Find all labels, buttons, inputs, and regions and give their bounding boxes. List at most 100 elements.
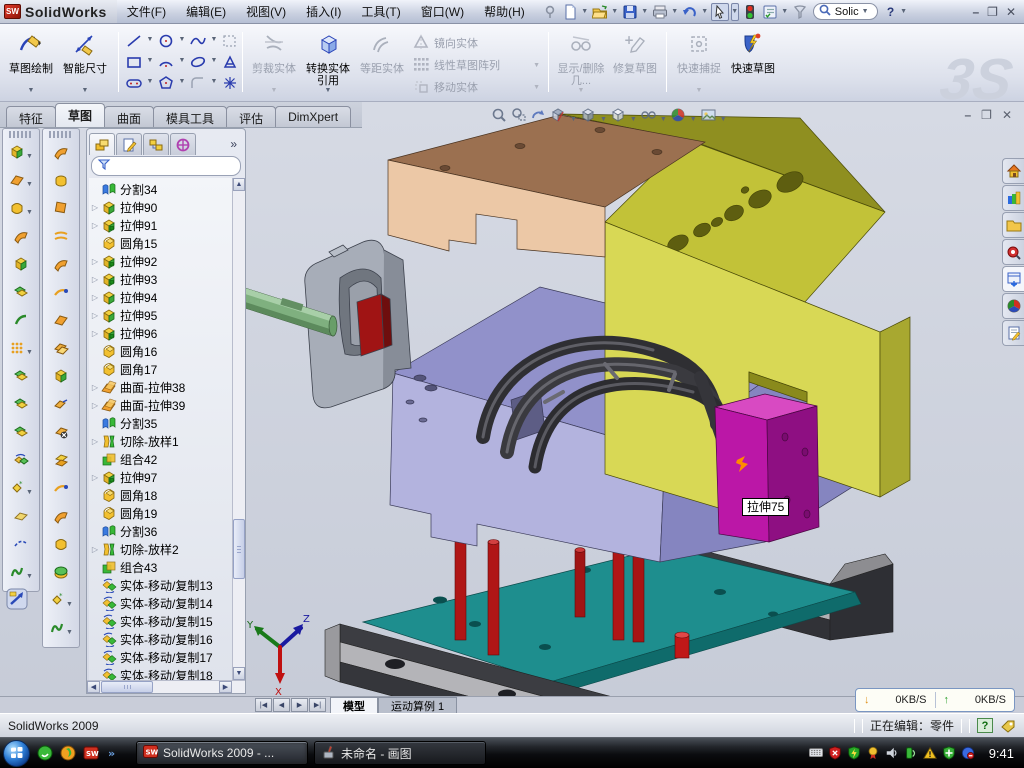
zoom-area-icon[interactable]	[510, 106, 527, 128]
tree-item[interactable]: 组合43	[89, 558, 232, 576]
filled-surface-icon[interactable]	[53, 256, 69, 277]
help-chevron-icon[interactable]: ▼	[900, 3, 908, 21]
wrap-icon[interactable]	[13, 312, 29, 333]
tree-item-label[interactable]: 拉伸94	[120, 289, 157, 306]
extend-surface-icon[interactable]	[53, 396, 69, 417]
ruled-surface-icon[interactable]	[53, 368, 69, 389]
smart-dimension-button[interactable]: 智能尺寸 ▼	[58, 28, 112, 96]
mirror-entities-button[interactable]: 镜向实体	[412, 32, 540, 54]
hide-show-items-icon[interactable]	[640, 106, 657, 128]
curves2-icon[interactable]	[49, 620, 65, 641]
chevron-down-icon[interactable]: ▼	[720, 108, 727, 126]
tree-item-label[interactable]: 实体-移动/复制18	[120, 667, 213, 681]
reference-point-icon[interactable]: *	[9, 480, 25, 501]
tree-item-label[interactable]: 切除-放样2	[120, 541, 179, 558]
arc-icon[interactable]	[154, 51, 178, 72]
chevron-down-icon[interactable]: ▼	[26, 565, 33, 583]
delete-face-icon[interactable]	[53, 424, 69, 445]
sketch-fillet-icon[interactable]	[186, 72, 210, 93]
tree-item[interactable]: 圆角18	[89, 486, 232, 504]
tab-特征[interactable]: 特征	[6, 106, 56, 127]
draft-icon[interactable]	[13, 284, 29, 305]
scroll-up-icon[interactable]: ▲	[233, 178, 245, 191]
tree-item[interactable]: 圆角15	[89, 234, 232, 252]
menu-1[interactable]: 编辑(E)	[176, 0, 236, 23]
repair-sketch-button[interactable]: + 修复草图	[608, 28, 662, 96]
tree-item-label[interactable]: 拉伸91	[120, 217, 157, 234]
extruded-surface-icon[interactable]	[53, 200, 69, 221]
tree-item[interactable]: ▷拉伸91	[89, 216, 232, 234]
chevron-down-icon[interactable]: ▼	[178, 30, 186, 48]
knit-surface-icon[interactable]	[53, 536, 69, 557]
view-palette-icon[interactable]	[1002, 266, 1024, 292]
solidworks-resources-icon[interactable]	[1002, 158, 1024, 184]
chevron-down-icon[interactable]: ▼	[146, 72, 154, 90]
instant3d-toggle-button[interactable]	[6, 588, 28, 615]
tree-item-label[interactable]: 切除-放样1	[120, 433, 179, 450]
chevron-down-icon[interactable]: ▼	[690, 108, 697, 126]
updates-icon[interactable]	[961, 746, 975, 760]
tree-item[interactable]: 分割34	[89, 180, 232, 198]
offset-entities-button[interactable]: 等距实体	[355, 28, 409, 96]
helix-icon[interactable]	[9, 564, 25, 585]
chevron-down-icon[interactable]: ▼	[660, 108, 667, 126]
taskbar-clock[interactable]: 9:41	[989, 746, 1024, 761]
tree-item[interactable]: ▷曲面-拉伸38	[89, 378, 232, 396]
save-icon[interactable]	[621, 3, 639, 21]
new-document-icon[interactable]	[561, 3, 579, 21]
chevron-down-icon[interactable]: ▼	[66, 621, 73, 639]
extruded-boss-icon[interactable]	[9, 144, 25, 165]
scene-icon[interactable]	[700, 106, 717, 128]
fetion-icon[interactable]	[59, 745, 76, 762]
view-orientation-icon[interactable]	[610, 106, 627, 128]
sketch-button[interactable]: 草图绘制 ▼	[4, 28, 58, 96]
swept-cut-icon[interactable]	[13, 228, 29, 249]
tag-icon[interactable]	[1000, 719, 1016, 733]
prev-tab-icon[interactable]: ◀	[273, 698, 290, 712]
model-magenta-block[interactable]	[715, 394, 819, 542]
chevron-more-icon[interactable]: »	[105, 745, 122, 762]
move-copy-body-icon[interactable]	[13, 452, 29, 473]
boundary-surface-icon[interactable]	[53, 228, 69, 249]
tree-item-label[interactable]: 分割36	[120, 523, 157, 540]
tree-item-label[interactable]: 曲面-拉伸38	[120, 379, 185, 396]
expand-icon[interactable]: ▷	[89, 401, 101, 410]
fillet-icon[interactable]	[9, 200, 25, 221]
combine-icon[interactable]	[13, 368, 29, 389]
tab-模具工具[interactable]: 模具工具	[153, 106, 227, 127]
tree-item[interactable]: 分割36	[89, 522, 232, 540]
display-delete-relations-button[interactable]: 显示/删除几... ▼	[554, 28, 608, 96]
tree-item[interactable]: 实体-移动/复制16	[89, 630, 232, 648]
tree-item[interactable]: ▷切除-放样1	[89, 432, 232, 450]
menu-4[interactable]: 工具(T)	[351, 0, 410, 23]
polygon-icon[interactable]	[154, 72, 178, 93]
tree-item[interactable]: 组合42	[89, 450, 232, 468]
chevron-down-icon[interactable]: ▼	[26, 201, 33, 219]
rectangle-icon[interactable]	[122, 51, 146, 72]
tree-item[interactable]: 实体-移动/复制15	[89, 612, 232, 630]
spline-icon[interactable]	[186, 30, 210, 51]
chevron-down-icon[interactable]: ▼	[630, 108, 637, 126]
warning-signal-icon[interactable]	[923, 746, 937, 760]
chevron-down-icon[interactable]: ▼	[66, 593, 73, 611]
selection-box-icon[interactable]	[218, 30, 242, 51]
menu-2[interactable]: 视图(V)	[236, 0, 296, 23]
chevron-down-icon[interactable]: ▼	[26, 481, 33, 499]
chevron-down-icon[interactable]: ▼	[26, 341, 33, 359]
restore-button[interactable]: ❐	[987, 5, 998, 19]
tree-item[interactable]: 实体-移动/复制13	[89, 576, 232, 594]
convert-entities-button[interactable]: 转换实体引用 ▼	[301, 28, 355, 96]
volume-icon[interactable]	[885, 746, 899, 760]
task-button-0[interactable]: SWSolidWorks 2009 - ...	[136, 741, 308, 765]
menu-3[interactable]: 插入(I)	[296, 0, 351, 23]
print-icon[interactable]	[651, 3, 669, 21]
chevron-down-icon[interactable]: ▼	[781, 3, 789, 21]
doc-restore-button[interactable]: ❐	[981, 108, 992, 122]
network-phone-icon[interactable]	[904, 746, 918, 760]
expand-icon[interactable]: ▷	[89, 545, 101, 554]
chevron-down-icon[interactable]: ▼	[641, 3, 649, 21]
search-box[interactable]: Solic ▼	[813, 3, 878, 20]
shell-icon[interactable]	[13, 256, 29, 277]
tree-item-label[interactable]: 拉伸90	[120, 199, 157, 216]
tree-item-label[interactable]: 实体-移动/复制14	[120, 595, 213, 612]
